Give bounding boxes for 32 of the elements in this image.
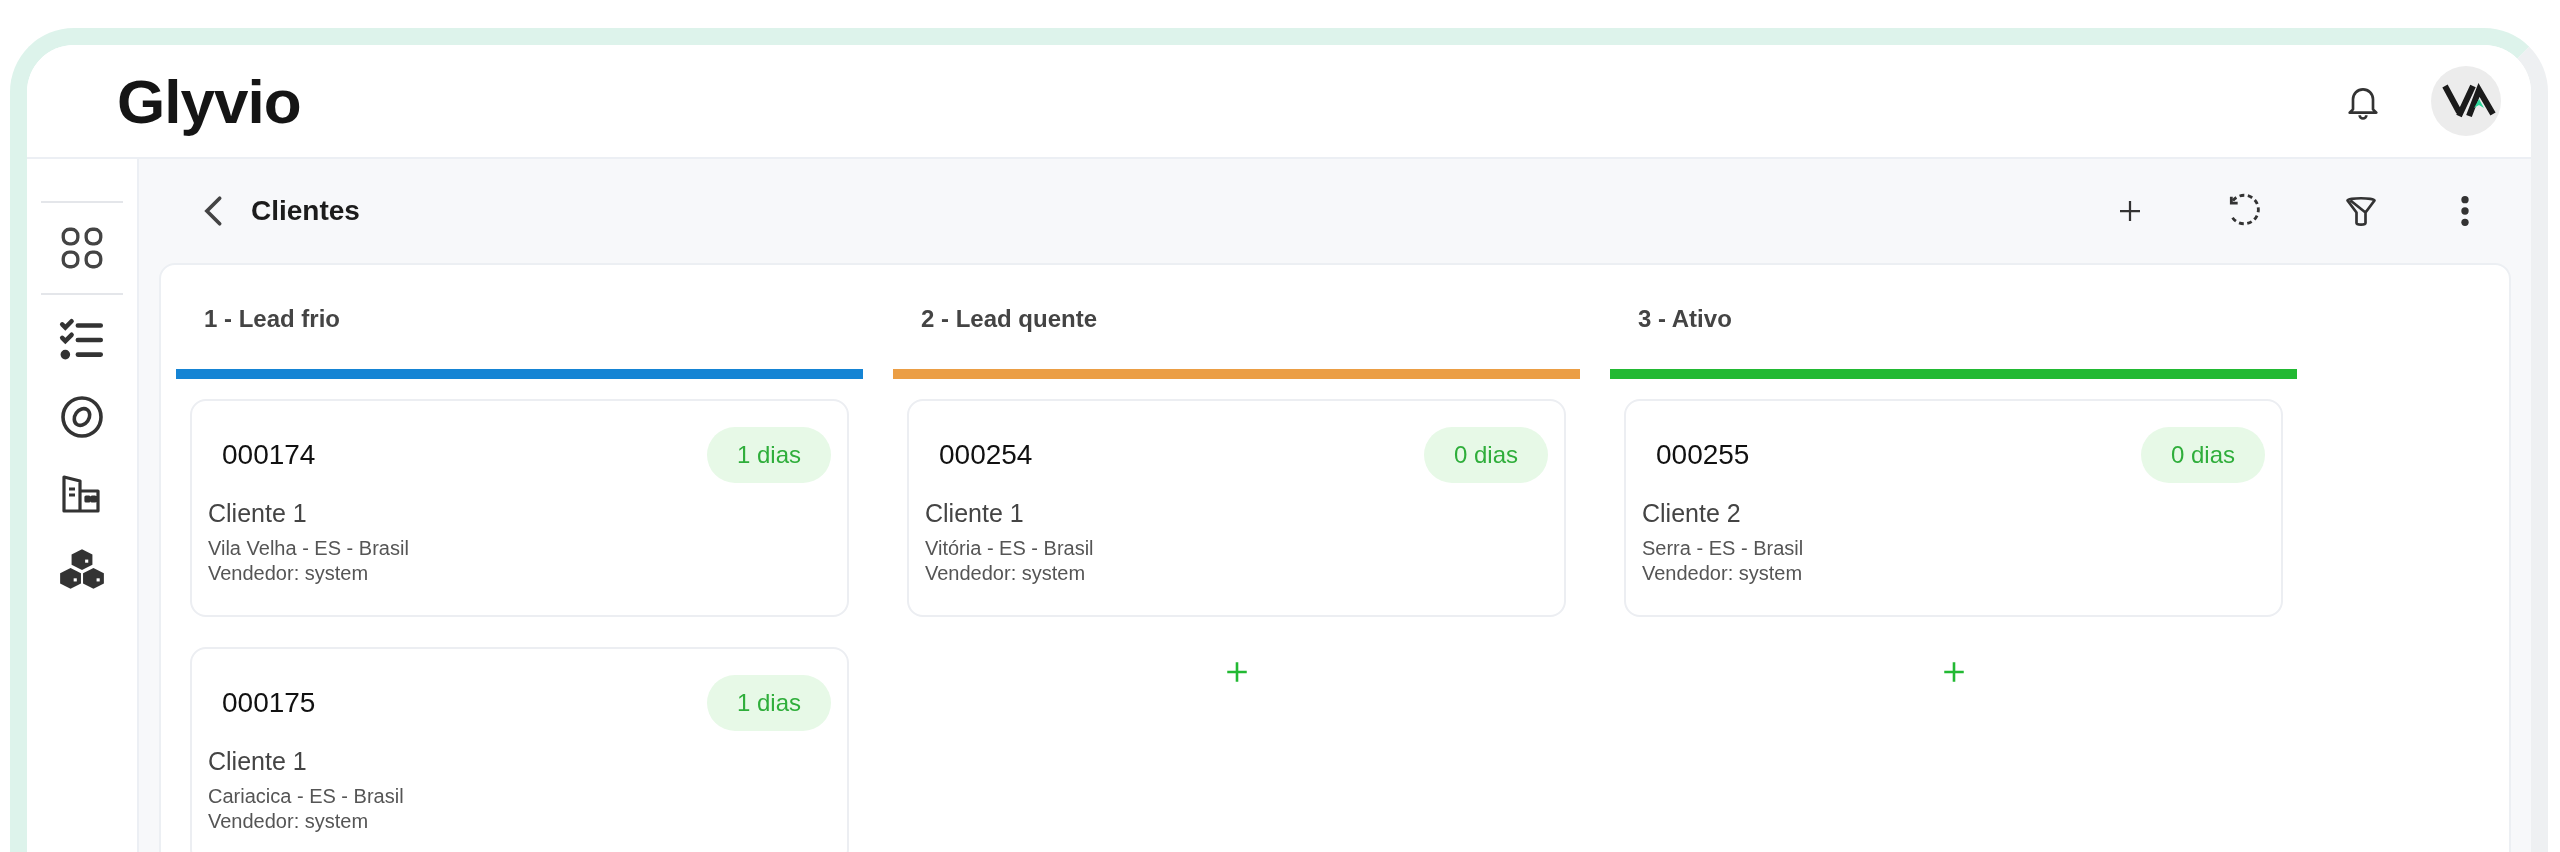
client-card[interactable]: 000254 0 dias Cliente 1 Vitória - ES - Brasil Vendedor: system <box>907 399 1566 617</box>
seller-text: Vendedor: system <box>1642 561 1804 586</box>
target-icon[interactable] <box>58 393 106 441</box>
days-tag: 0 dias <box>2140 427 2265 483</box>
seller-text: Vendedor: system <box>925 561 1087 586</box>
card-number: 000175 <box>222 687 316 719</box>
seller-text: Vendedor: system <box>208 809 370 834</box>
column-title: 2 - Lead quente <box>920 304 1099 334</box>
avatar-icon[interactable] <box>2431 66 2501 136</box>
days-tag: 1 dias <box>706 427 831 483</box>
days-tag: 1 dias <box>706 675 831 731</box>
card-number: 000254 <box>939 439 1033 471</box>
client-location: Serra - ES - Brasil <box>1642 536 1805 561</box>
days-tag: 0 dias <box>1423 427 1548 483</box>
client-name: Cliente 1 <box>208 499 308 528</box>
client-location: Vitória - ES - Brasil <box>925 536 1095 561</box>
more-icon[interactable] <box>2459 194 2471 228</box>
column-title: 1 - Lead frio <box>203 304 342 334</box>
seller-text: Vendedor: system <box>208 561 370 586</box>
client-card[interactable]: 000174 1 dias Cliente 1 Vila Velha - ES - Brasil Vendedor: system <box>190 399 849 617</box>
client-location: Cariacica - ES - Brasil <box>208 784 405 809</box>
client-location: Vila Velha - ES - Brasil <box>208 536 410 561</box>
client-card[interactable]: 000255 0 dias Cliente 2 Serra - ES - Brasil Vendedor: system <box>1624 399 2283 617</box>
card-number: 000255 <box>1656 439 1750 471</box>
client-name: Cliente 2 <box>1642 499 1742 528</box>
client-name: Cliente 1 <box>925 499 1025 528</box>
page-title: Clientes <box>251 195 360 227</box>
logo: Glyvio <box>117 65 301 137</box>
client-name: Cliente 1 <box>208 747 308 776</box>
card-number: 000174 <box>222 439 316 471</box>
column-title: 3 - Ativo <box>1637 304 1733 334</box>
client-card[interactable]: 000175 1 dias Cliente 1 Cariacica - ES - Brasil Vendedor: system <box>190 647 849 852</box>
